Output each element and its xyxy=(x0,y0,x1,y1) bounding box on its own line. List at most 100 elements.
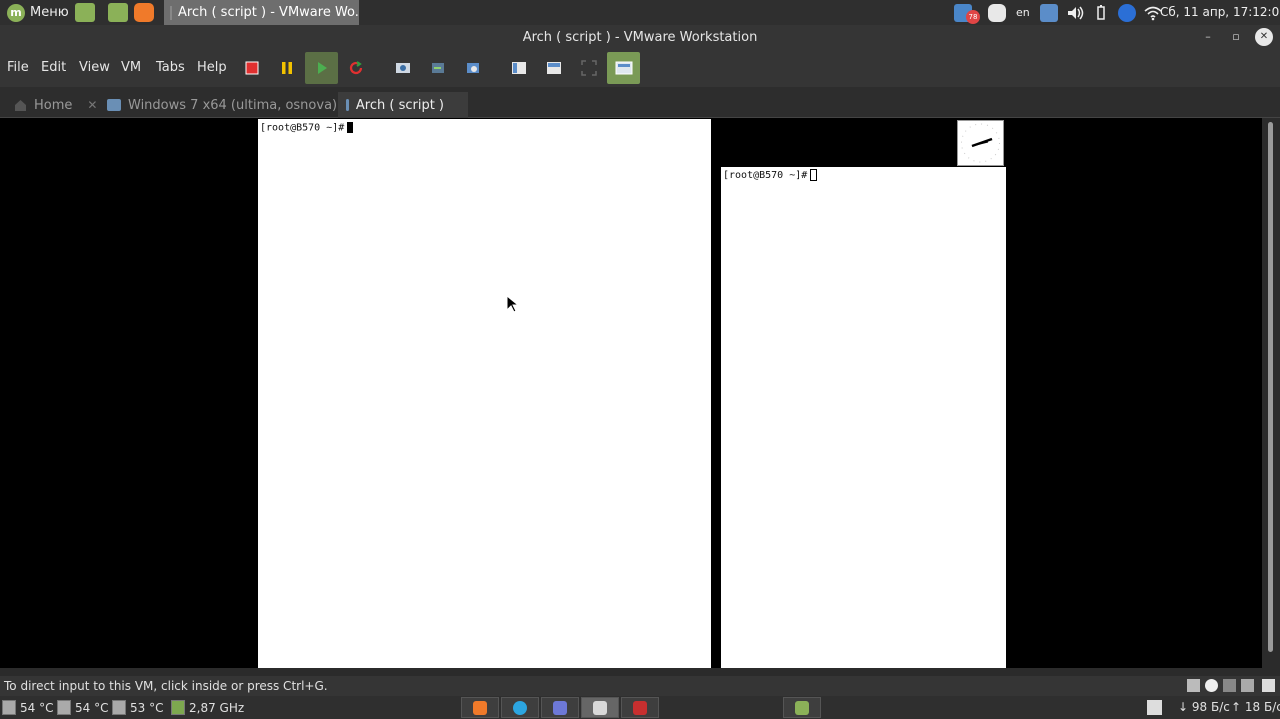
system-tray: 78 en xyxy=(950,0,1166,25)
panel-task-discord[interactable] xyxy=(541,697,579,718)
panel-task-firefox[interactable] xyxy=(461,697,499,718)
files-folder-icon[interactable] xyxy=(108,3,128,22)
vm-display[interactable]: [root@B570 ~]# [root@B570 ~]# xyxy=(0,118,1262,668)
keyboard-layout-indicator[interactable]: en xyxy=(1016,6,1030,19)
mint-logo-icon: m xyxy=(7,3,25,22)
temp-value: 54 °C xyxy=(20,700,54,715)
net-download-value: 98 Б/с xyxy=(1191,700,1230,714)
show-library-button[interactable] xyxy=(502,52,535,84)
notification-badge: 78 xyxy=(966,9,980,24)
power-on-button[interactable] xyxy=(305,52,338,84)
tab-home[interactable]: Home ✕ xyxy=(14,92,97,118)
suspend-button[interactable] xyxy=(270,52,303,84)
temp-sensor-1[interactable]: 54 °C xyxy=(2,698,53,717)
xclock-widget[interactable] xyxy=(957,120,1004,166)
full-screen-button[interactable] xyxy=(572,52,605,84)
menu-view[interactable]: View xyxy=(79,60,110,75)
bottom-panel: 54 °C 54 °C 53 °C 2,87 GHz ↓ 98 Б/с ↑ 18… xyxy=(0,696,1280,719)
mouse-pointer-icon xyxy=(506,295,518,313)
close-button[interactable]: ✕ xyxy=(1255,28,1273,46)
thumbnail-bar-button[interactable] xyxy=(537,52,570,84)
vertical-scrollbar[interactable] xyxy=(1262,118,1280,668)
right-terminal-prompt: [root@B570 ~]# xyxy=(723,170,808,181)
menu-edit[interactable]: Edit xyxy=(41,60,66,75)
discord-icon xyxy=(553,700,567,715)
maximize-button[interactable]: ▫ xyxy=(1227,28,1245,46)
console-view-icon xyxy=(615,61,632,75)
cd-dvd-icon[interactable] xyxy=(1205,679,1218,692)
revert-icon xyxy=(431,63,444,73)
tab-arch-label: Arch ( script ) xyxy=(355,97,444,113)
telegram-icon xyxy=(513,700,527,715)
firefox-icon xyxy=(473,700,487,715)
vm-icon xyxy=(107,99,121,111)
text-cursor xyxy=(347,122,354,133)
bluetooth-icon[interactable] xyxy=(1117,3,1136,22)
analog-clock-icon xyxy=(961,123,1000,163)
left-terminal-prompt: [root@B570 ~]# xyxy=(260,122,345,134)
thumbnail-icon xyxy=(546,62,561,74)
cpu-frequency[interactable]: 2,87 GHz xyxy=(171,698,244,717)
panel-task-vmware[interactable] xyxy=(581,697,619,718)
text-cursor-inactive xyxy=(810,169,818,181)
vmware-tray-icon[interactable] xyxy=(1039,3,1058,22)
snapshot-manager-icon xyxy=(466,63,479,73)
show-desktop-icon[interactable] xyxy=(75,3,95,22)
net-upload-value: 18 Б/с xyxy=(1244,700,1280,714)
taskbar-item-vmware[interactable]: Arch ( script ) - VMware Wo... xyxy=(164,0,359,25)
firefox-icon[interactable] xyxy=(134,3,154,22)
reset-button[interactable] xyxy=(339,52,372,84)
start-menu-button[interactable]: m Меню xyxy=(3,2,73,23)
tab-windows7[interactable]: Windows 7 x64 (ultima, osnova) ✕ xyxy=(107,92,362,118)
temp-value: 54 °C xyxy=(75,700,109,715)
cpu-freq-value: 2,87 GHz xyxy=(189,700,245,715)
taskbar-item-label: Arch ( script ) - VMware Wo... xyxy=(178,5,359,20)
temp-sensor-3[interactable]: 53 °C xyxy=(112,698,163,717)
reset-icon xyxy=(349,61,362,75)
unity-mode-button[interactable] xyxy=(607,52,640,84)
tab-home-label: Home xyxy=(34,97,73,113)
volume-icon[interactable] xyxy=(1066,4,1084,22)
message-log-icon[interactable] xyxy=(1262,679,1275,692)
snapshot-button[interactable] xyxy=(386,52,419,84)
net-download: ↓ 98 Б/с xyxy=(1178,700,1230,714)
temp-sensor-2[interactable]: 54 °C xyxy=(57,698,108,717)
panel-task-telegram[interactable] xyxy=(501,697,539,718)
tab-arch-script[interactable]: Arch ( script ) xyxy=(338,92,468,118)
toolbar: File Edit View VM Tabs Help xyxy=(0,50,1280,87)
usb-icon[interactable] xyxy=(1241,679,1254,692)
revert-snapshot-button[interactable] xyxy=(421,52,454,84)
tab-close-icon[interactable]: ✕ xyxy=(87,98,97,112)
library-icon xyxy=(511,62,526,74)
archive-icon xyxy=(633,700,647,715)
vm-icon xyxy=(346,99,349,111)
network-adapter-icon[interactable] xyxy=(1223,679,1236,692)
update-manager-icon[interactable] xyxy=(1147,700,1162,715)
window-title: Arch ( script ) - VMware Workstation xyxy=(522,30,758,45)
left-terminal[interactable]: [root@B570 ~]# xyxy=(258,119,711,668)
status-message: To direct input to this VM, click inside… xyxy=(4,679,328,693)
menu-file[interactable]: File xyxy=(7,60,29,75)
top-panel: m Меню Arch ( script ) - VMware Wo... 78… xyxy=(0,0,1280,25)
scrollbar-thumb[interactable] xyxy=(1268,122,1273,652)
hard-disk-icon[interactable] xyxy=(1187,679,1200,692)
snapshot-manager-button[interactable] xyxy=(456,52,489,84)
panel-task-files[interactable] xyxy=(783,697,821,718)
window-titlebar[interactable]: Arch ( script ) - VMware Workstation – ▫… xyxy=(0,25,1280,50)
panel-task-archive[interactable] xyxy=(621,697,659,718)
stop-icon xyxy=(245,61,258,75)
power-off-button[interactable] xyxy=(235,52,268,84)
cpu-icon xyxy=(171,700,185,715)
menu-vm[interactable]: VM xyxy=(121,60,141,75)
tab-bar: Home ✕ Windows 7 x64 (ultima, osnova) ✕ … xyxy=(0,87,1280,118)
home-icon xyxy=(15,100,26,111)
pause-icon xyxy=(281,62,292,74)
minimize-button[interactable]: – xyxy=(1199,28,1217,46)
vmware-app-icon xyxy=(170,5,172,20)
battery-icon[interactable] xyxy=(1092,4,1110,22)
right-terminal[interactable]: [root@B570 ~]# xyxy=(721,167,1006,668)
clock[interactable]: Сб, 11 апр, 17:12:09 xyxy=(1160,5,1280,19)
menu-help[interactable]: Help xyxy=(197,60,227,75)
menu-tabs[interactable]: Tabs xyxy=(156,60,185,75)
discord-icon[interactable] xyxy=(988,3,1006,22)
